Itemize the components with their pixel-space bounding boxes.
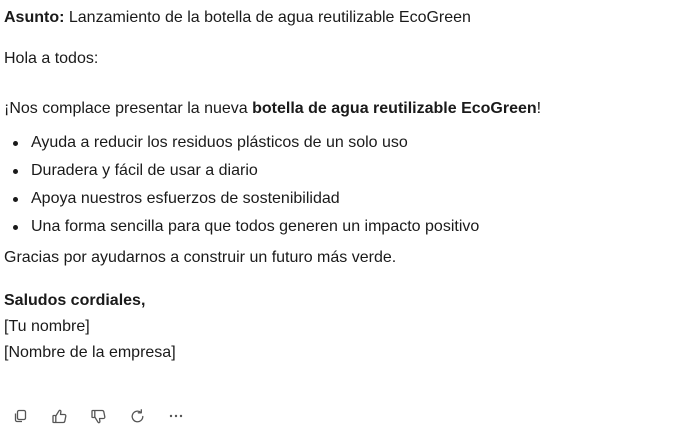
response-actions — [10, 404, 205, 428]
list-item-text: Apoya nuestros esfuerzos de sostenibilid… — [31, 190, 340, 207]
bullet-icon — [13, 225, 18, 230]
signoff-text: Saludos cordiales, — [4, 292, 146, 309]
signoff: Saludos cordiales, — [4, 291, 684, 311]
benefits-list: Ayuda a reducir los residuos plásticos d… — [4, 133, 684, 237]
name-placeholder: [Tu nombre] — [4, 318, 90, 335]
list-item-text: Ayuda a reducir los residuos plásticos d… — [31, 134, 408, 151]
bullet-icon — [13, 169, 18, 174]
list-item-text: Duradera y fácil de usar a diario — [31, 162, 258, 179]
list-item: Ayuda a reducir los residuos plásticos d… — [4, 133, 684, 153]
copy-icon — [12, 408, 28, 424]
thumbs-down-button[interactable] — [88, 406, 108, 426]
company-placeholder: [Nombre de la empresa] — [4, 344, 176, 361]
subject-label: Asunto: — [4, 9, 65, 26]
subject-text: Lanzamiento de la botella de agua reutil… — [64, 9, 471, 26]
email-draft: Asunto: Lanzamiento de la botella de agu… — [4, 8, 684, 363]
more-options-button[interactable] — [166, 406, 186, 426]
intro-paragraph: ¡Nos complace presentar la nueva botella… — [4, 99, 684, 119]
bullet-icon — [13, 197, 18, 202]
intro-suffix: ! — [536, 100, 542, 117]
copy-button[interactable] — [10, 406, 30, 426]
more-icon — [168, 408, 184, 424]
subject-line: Asunto: Lanzamiento de la botella de agu… — [4, 8, 684, 28]
thumbs-up-icon — [51, 408, 68, 425]
regenerate-button[interactable] — [127, 406, 147, 426]
thumbs-up-button[interactable] — [49, 406, 69, 426]
regenerate-icon — [129, 408, 146, 425]
list-item: Apoya nuestros esfuerzos de sostenibilid… — [4, 189, 684, 209]
intro-prefix: ¡Nos complace presentar la nueva — [4, 100, 253, 117]
thumbs-down-icon — [90, 408, 107, 425]
bullet-icon — [13, 141, 18, 146]
list-item: Una forma sencilla para que todos genere… — [4, 217, 684, 237]
intro-product-name: botella de agua reutilizable EcoGreen — [252, 100, 537, 117]
closing-line: Gracias por ayudarnos a construir un fut… — [4, 249, 397, 266]
list-item-text: Una forma sencilla para que todos genere… — [31, 218, 480, 235]
greeting: Hola a todos: — [4, 50, 99, 67]
list-item: Duradera y fácil de usar a diario — [4, 161, 684, 181]
